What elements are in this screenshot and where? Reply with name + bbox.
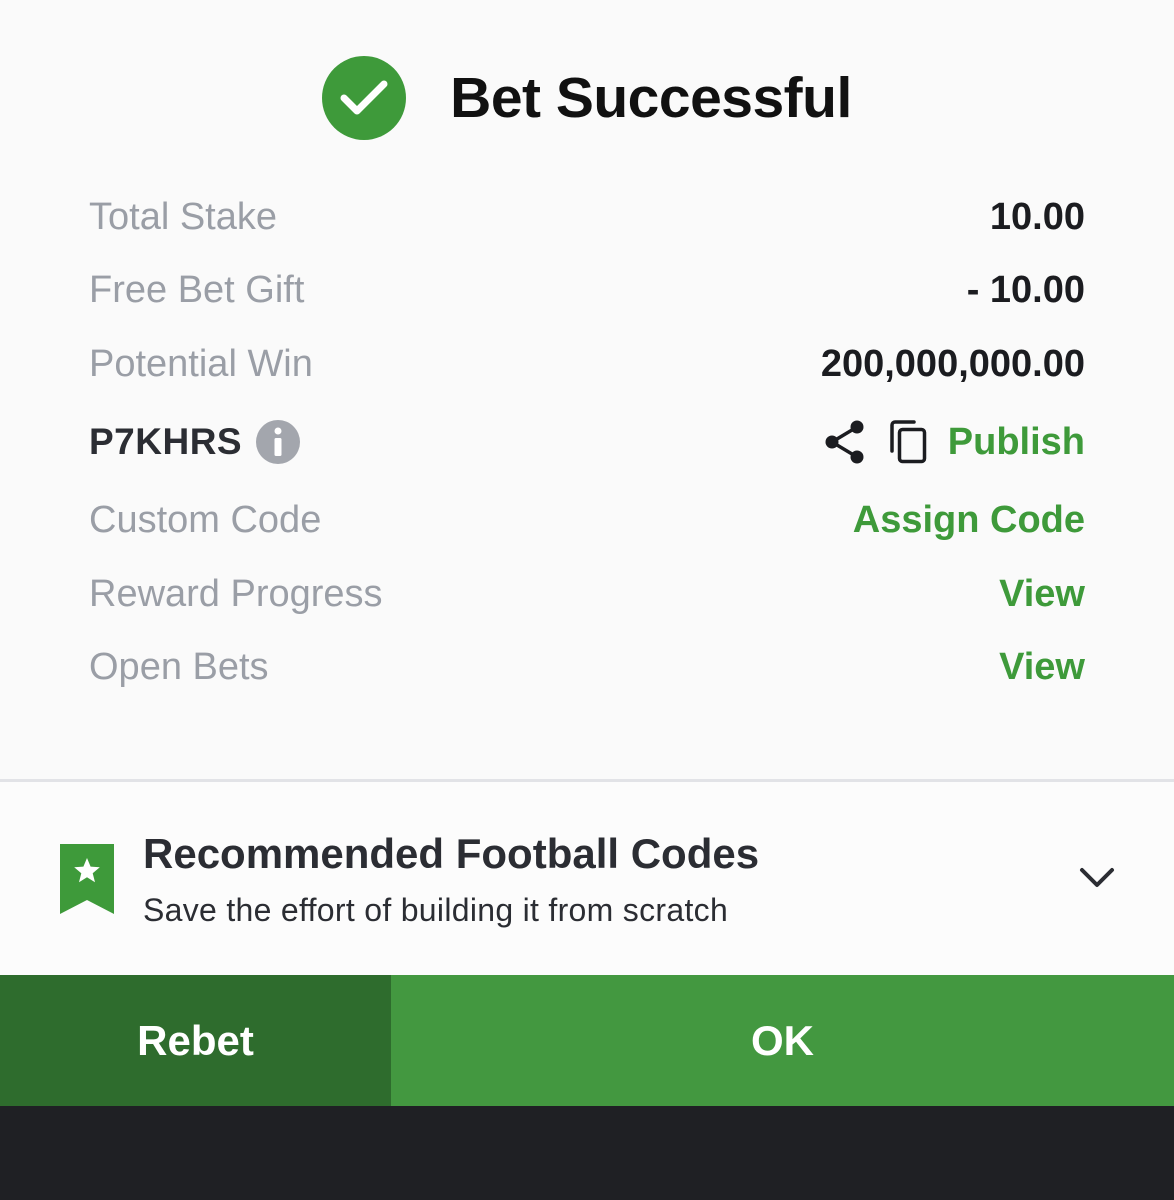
share-icon[interactable] [824,420,866,464]
free-bet-value: - 10.00 [966,268,1085,311]
total-stake-value: 10.00 [989,195,1085,238]
bottom-bar [0,1106,1174,1200]
free-bet-label: Free Bet Gift [89,268,305,311]
recommended-codes-panel[interactable]: Recommended Football Codes Save the effo… [0,782,1174,975]
recommended-subtitle: Save the effort of building it from scra… [143,892,729,928]
check-circle-icon [322,56,407,140]
custom-code-row: Custom Code Assign Code [89,490,1085,550]
potential-win-row: Potential Win 200,000,000.00 [89,334,1085,394]
custom-code-label: Custom Code [89,498,322,541]
action-bar: Rebet OK [0,975,1174,1106]
reward-progress-view-link[interactable]: View [999,573,1085,616]
potential-win-value: 200,000,000.00 [820,342,1085,385]
recommended-title: Recommended Football Codes [143,830,760,877]
booking-actions: Publish [824,419,1085,465]
potential-win-label: Potential Win [89,342,313,385]
open-bets-view-link[interactable]: View [999,646,1085,689]
booking-code-group: P7KHRS [89,420,301,464]
copy-icon[interactable] [888,419,928,465]
reward-progress-label: Reward Progress [89,572,383,615]
booking-code-row: P7KHRS Publish [89,412,1085,472]
assign-code-link[interactable]: Assign Code [853,499,1085,542]
booking-code: P7KHRS [89,421,243,462]
free-bet-row: Free Bet Gift - 10.00 [89,260,1085,320]
header: Bet Successful [0,52,1174,144]
ok-button[interactable]: OK [391,975,1174,1106]
reward-progress-row: Reward Progress View [89,564,1085,624]
rebet-button[interactable]: Rebet [0,975,391,1106]
total-stake-row: Total Stake 10.00 [89,187,1085,247]
info-icon[interactable] [256,420,301,464]
publish-button[interactable]: Publish [948,421,1085,464]
page-title: Bet Successful [450,66,852,130]
open-bets-label: Open Bets [89,645,269,688]
bet-success-sheet: Bet Successful Total Stake 10.00 Free Be… [0,0,1174,1106]
bookmark-star-icon [60,844,114,914]
open-bets-row: Open Bets View [89,637,1085,697]
total-stake-label: Total Stake [89,195,277,238]
chevron-down-icon[interactable] [1078,866,1116,890]
